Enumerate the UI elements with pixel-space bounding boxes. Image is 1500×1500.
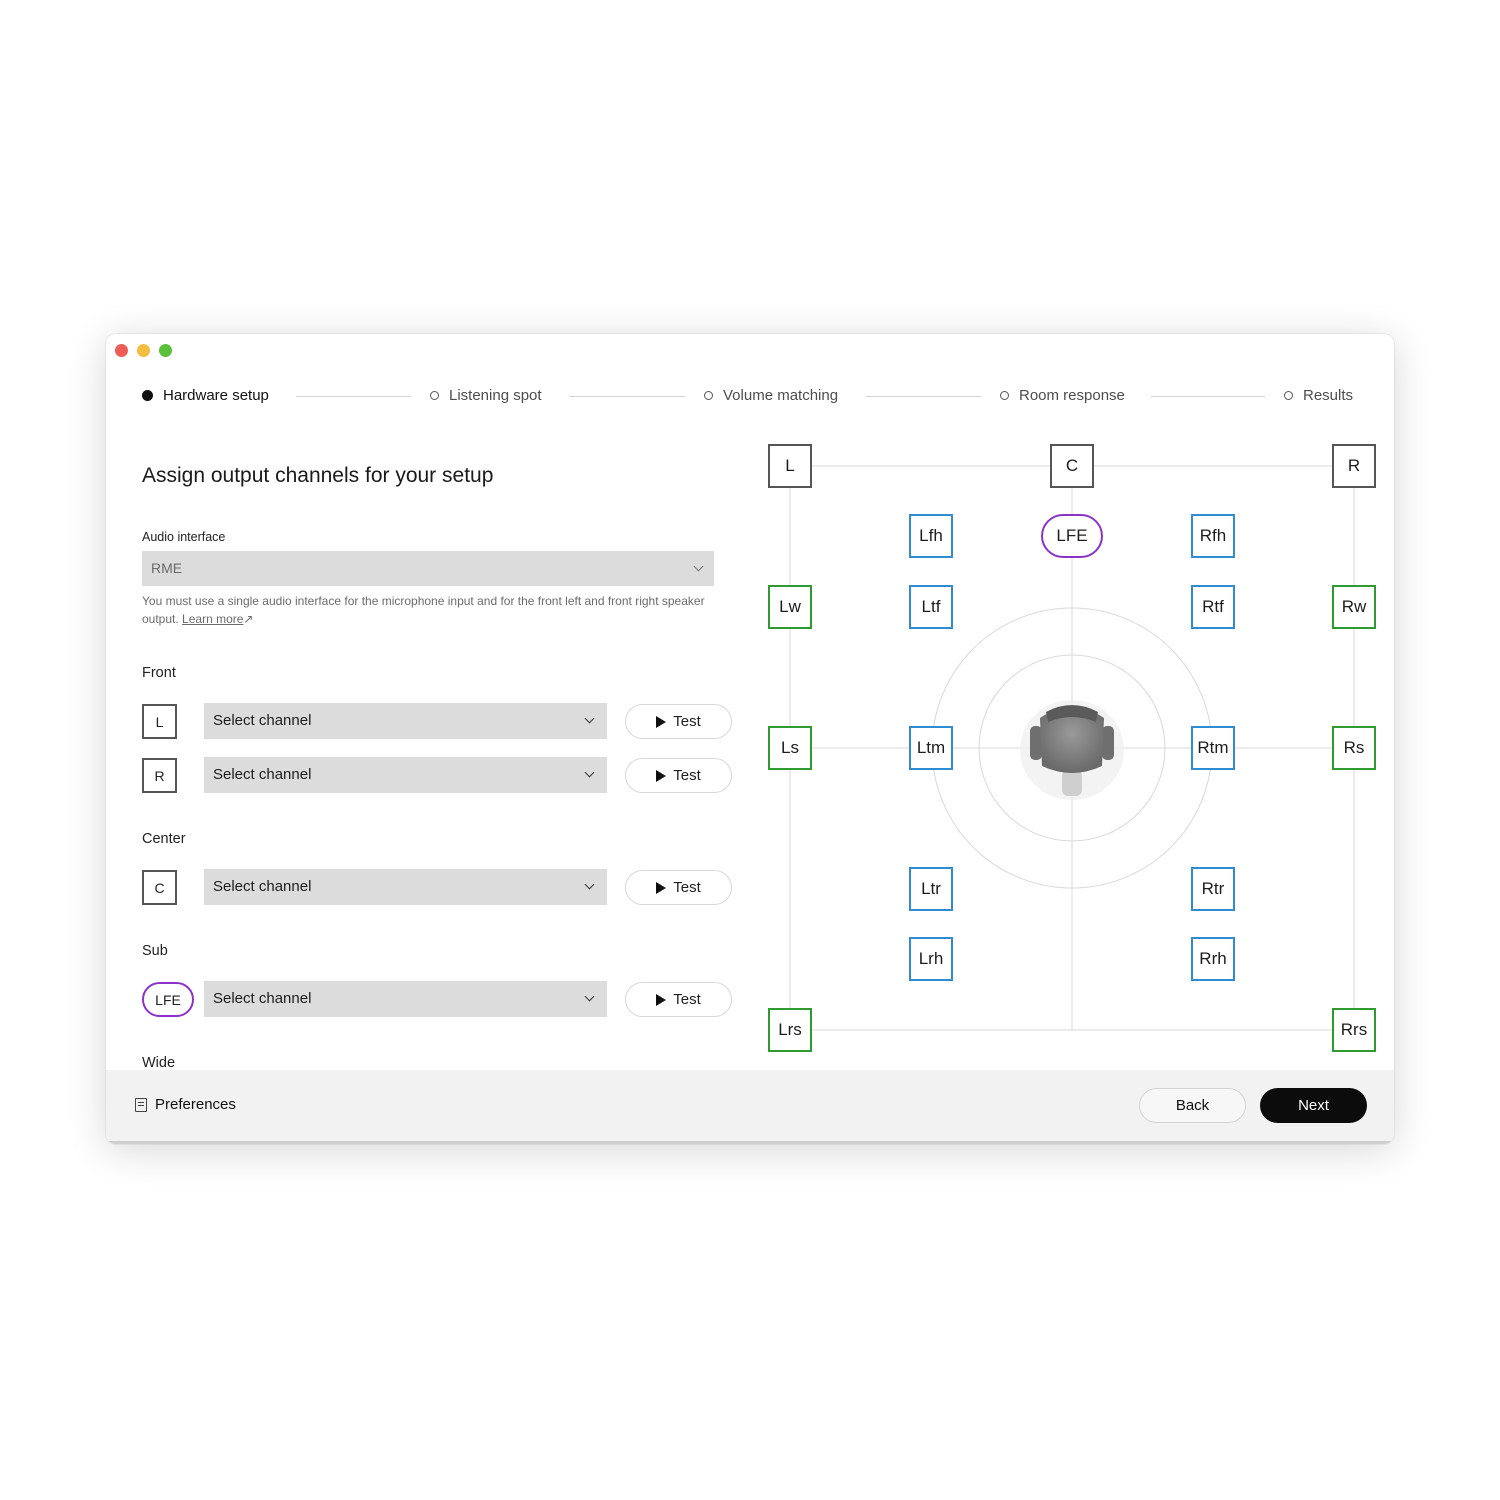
step-dot-icon xyxy=(430,391,439,400)
step-room-response[interactable]: Room response xyxy=(1000,387,1125,404)
learn-more-link[interactable]: Learn more xyxy=(182,612,243,626)
chevron-down-icon xyxy=(693,561,704,572)
channel-badge-lfe: LFE xyxy=(142,982,194,1017)
next-button[interactable]: Next xyxy=(1260,1088,1367,1123)
step-label: Room response xyxy=(1019,387,1125,404)
step-dot-icon xyxy=(1284,391,1293,400)
step-label: Volume matching xyxy=(723,387,839,404)
group-label-front: Front xyxy=(142,665,176,681)
channel-badge-r: R xyxy=(142,758,177,793)
back-button[interactable]: Back xyxy=(1139,1088,1246,1123)
channel-select-c[interactable]: Select channel xyxy=(204,869,607,905)
group-label-center: Center xyxy=(142,831,186,847)
speaker-lrs[interactable]: Lrs xyxy=(768,1008,812,1052)
channel-select-value: Select channel xyxy=(213,990,312,1007)
audio-interface-value: RME xyxy=(151,560,183,576)
step-label: Hardware setup xyxy=(163,387,269,404)
speaker-r[interactable]: R xyxy=(1332,444,1376,488)
speaker-rw[interactable]: Rw xyxy=(1332,585,1376,629)
preferences-label: Preferences xyxy=(155,1096,236,1113)
play-icon xyxy=(656,881,667,894)
app-window: Hardware setup Listening spot Volume mat… xyxy=(106,334,1394,1144)
preferences-icon xyxy=(135,1097,147,1112)
test-label: Test xyxy=(673,879,701,896)
test-button-l[interactable]: Test xyxy=(625,704,732,739)
speaker-rfh[interactable]: Rfh xyxy=(1191,514,1235,558)
speaker-ltr[interactable]: Ltr xyxy=(909,867,953,911)
speaker-ls[interactable]: Ls xyxy=(768,726,812,770)
step-listening-spot[interactable]: Listening spot xyxy=(430,387,542,404)
minimize-window-button[interactable] xyxy=(137,344,150,357)
group-label-sub: Sub xyxy=(142,943,168,959)
speaker-rtf[interactable]: Rtf xyxy=(1191,585,1235,629)
test-button-lfe[interactable]: Test xyxy=(625,982,732,1017)
test-label: Test xyxy=(673,991,701,1008)
footer-bar: Preferences Back Next xyxy=(106,1070,1394,1144)
channel-badge-l: L xyxy=(142,704,177,739)
test-button-c[interactable]: Test xyxy=(625,870,732,905)
speaker-lw[interactable]: Lw xyxy=(768,585,812,629)
channel-select-value: Select channel xyxy=(213,878,312,895)
speaker-ltf[interactable]: Ltf xyxy=(909,585,953,629)
step-label: Results xyxy=(1303,387,1354,404)
speaker-l[interactable]: L xyxy=(768,444,812,488)
step-volume-matching[interactable]: Volume matching xyxy=(704,387,838,404)
play-icon xyxy=(656,769,667,782)
group-label-wide: Wide xyxy=(142,1055,176,1071)
speaker-lfh[interactable]: Lfh xyxy=(909,514,953,558)
step-dot-icon xyxy=(704,391,713,400)
speaker-c[interactable]: C xyxy=(1050,444,1094,488)
chevron-down-icon xyxy=(584,991,595,1002)
speaker-lrh[interactable]: Lrh xyxy=(909,937,953,981)
speaker-rrh[interactable]: Rrh xyxy=(1191,937,1235,981)
step-connector xyxy=(1151,396,1265,397)
step-connector xyxy=(569,396,685,397)
speaker-rtm[interactable]: Rtm xyxy=(1191,726,1235,770)
step-hardware-setup[interactable]: Hardware setup xyxy=(142,387,269,404)
close-window-button[interactable] xyxy=(115,344,128,357)
progress-stepper: Hardware setup Listening spot Volume mat… xyxy=(106,374,1394,420)
channel-select-lfe[interactable]: Select channel xyxy=(204,981,607,1017)
audio-interface-helper: You must use a single audio interface fo… xyxy=(142,592,722,628)
speaker-rrs[interactable]: Rrs xyxy=(1332,1008,1376,1052)
preferences-button[interactable]: Preferences xyxy=(135,1096,236,1113)
channel-select-value: Select channel xyxy=(213,712,312,729)
speaker-lfe[interactable]: LFE xyxy=(1041,514,1103,558)
page-title: Assign output channels for your setup xyxy=(142,464,494,487)
chevron-down-icon xyxy=(584,879,595,890)
listener-chair-icon xyxy=(1020,700,1124,800)
step-connector xyxy=(866,396,981,397)
channel-select-value: Select channel xyxy=(213,766,312,783)
test-label: Test xyxy=(673,767,701,784)
channel-select-r[interactable]: Select channel xyxy=(204,757,607,793)
play-icon xyxy=(656,993,667,1006)
channel-select-l[interactable]: Select channel xyxy=(204,703,607,739)
play-icon xyxy=(656,715,667,728)
speaker-ltm[interactable]: Ltm xyxy=(909,726,953,770)
channel-badge-c: C xyxy=(142,870,177,905)
step-label: Listening spot xyxy=(449,387,542,404)
chevron-down-icon xyxy=(584,713,595,724)
audio-interface-select[interactable]: RME xyxy=(142,551,714,586)
external-link-icon: ↗ xyxy=(243,612,254,626)
step-dot-icon xyxy=(1000,391,1009,400)
test-label: Test xyxy=(673,713,701,730)
speaker-rtr[interactable]: Rtr xyxy=(1191,867,1235,911)
test-button-r[interactable]: Test xyxy=(625,758,732,793)
speaker-rs[interactable]: Rs xyxy=(1332,726,1376,770)
step-results[interactable]: Results xyxy=(1284,387,1353,404)
audio-interface-label: Audio interface xyxy=(142,530,226,544)
chevron-down-icon xyxy=(584,767,595,778)
maximize-window-button[interactable] xyxy=(159,344,172,357)
step-active-dot-icon xyxy=(142,390,153,401)
step-connector xyxy=(296,396,411,397)
speaker-layout-diagram: L C R Lfh LFE Rfh Lw Ltf Rtf Rw Ls Ltm R… xyxy=(756,432,1394,1072)
